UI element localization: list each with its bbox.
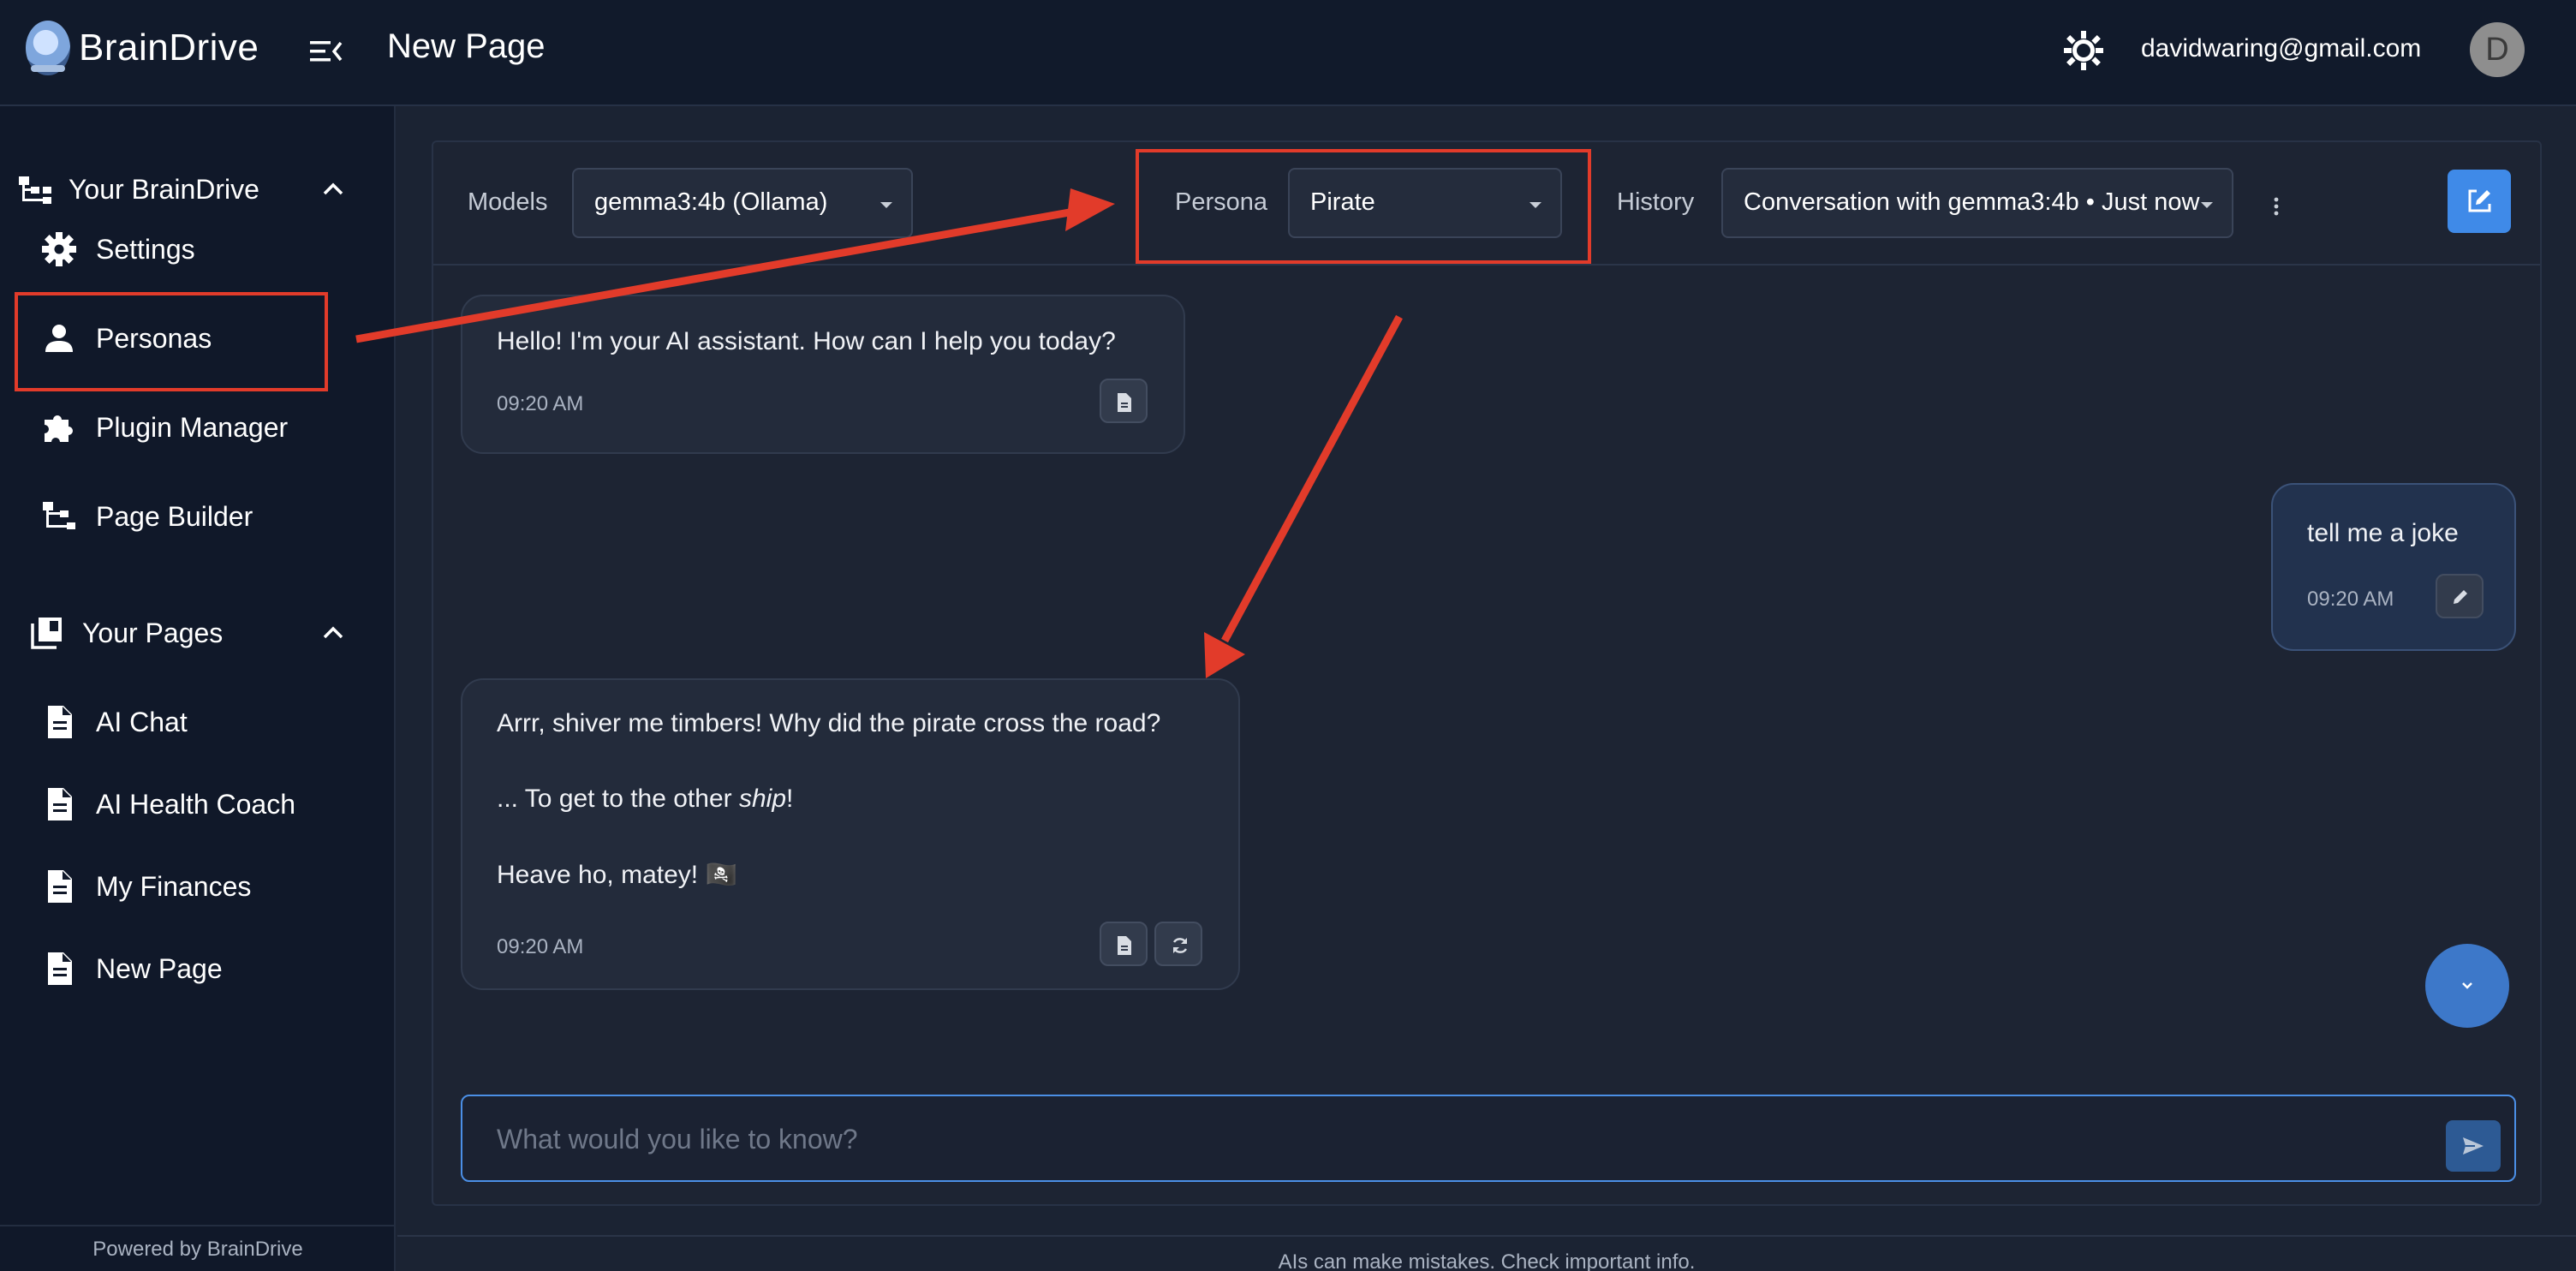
sidebar-item-personas[interactable]: Personas — [19, 300, 361, 377]
powered-by-footer: Powered by BrainDrive — [0, 1225, 396, 1271]
send-icon — [2463, 1137, 2484, 1155]
sidebar-item-label: Personas — [96, 322, 212, 354]
menu-collapse-icon[interactable] — [308, 34, 344, 69]
sidebar-item-label: My Finances — [96, 870, 252, 902]
sidebar-section-label: Your Pages — [82, 617, 224, 648]
message-time: 09:20 AM — [2307, 588, 2394, 611]
ai-disclaimer: AIs can make mistakes. Check important i… — [1278, 1250, 1696, 1271]
sidebar-item-label: AI Chat — [96, 706, 188, 737]
dropdown-caret-icon — [1530, 202, 1541, 208]
user-message: tell me a joke 09:20 AM — [2271, 483, 2516, 651]
sidebar-item-label: Settings — [96, 233, 195, 265]
dropdown-caret-icon — [880, 202, 892, 208]
sidebar-item-page-builder[interactable]: Page Builder — [19, 478, 361, 555]
user-email[interactable]: davidwaring@gmail.com — [2141, 34, 2421, 63]
chevron-up-icon[interactable] — [319, 175, 348, 204]
dropdown-caret-icon — [2201, 202, 2213, 208]
chat-panel: Models gemma3:4b (Ollama) Persona Pirate… — [432, 140, 2542, 1206]
sidebar-section-your-pages[interactable]: Your Pages — [0, 603, 396, 663]
message-text: ... To get to the other ship! — [497, 785, 793, 814]
message-text: Arrr, shiver me timbers! Why did the pir… — [497, 709, 1161, 737]
avatar[interactable]: D — [2470, 22, 2525, 77]
history-label: History — [1617, 188, 1695, 216]
sidebar-item-ai-health-coach[interactable]: AI Health Coach — [19, 766, 361, 843]
sitemap-icon — [19, 176, 51, 204]
sidebar-item-plugin-manager[interactable]: Plugin Manager — [19, 389, 361, 466]
pencil-icon — [2454, 590, 2467, 604]
document-icon — [48, 788, 72, 820]
sidebar-item-label: Page Builder — [96, 500, 253, 532]
chat-composer — [461, 1095, 2516, 1182]
page-title: New Page — [387, 27, 546, 65]
sidebar-item-label: AI Health Coach — [96, 788, 296, 820]
message-text: Hello! I'm your AI assistant. How can I … — [497, 327, 1116, 355]
chat-toolbar: Models gemma3:4b (Ollama) Persona Pirate… — [433, 142, 2540, 266]
brain-logo-icon — [26, 21, 70, 75]
document-icon — [1118, 393, 1131, 412]
document-icon — [48, 870, 72, 903]
sitemap-icon — [43, 502, 75, 529]
message-text-part: ! — [786, 785, 794, 813]
scroll-to-bottom-button[interactable] — [2425, 944, 2509, 1028]
message-text: Heave ho, matey! 🏴‍☠️ — [497, 861, 737, 889]
chevron-up-icon[interactable] — [319, 618, 348, 647]
puzzle-icon — [45, 415, 73, 442]
pages-icon — [31, 618, 62, 649]
theme-toggle-icon[interactable] — [2062, 29, 2105, 72]
history-select[interactable]: Conversation with gemma3:4b • Just now — [1721, 168, 2233, 238]
persona-select[interactable]: Pirate — [1288, 168, 1562, 238]
brand[interactable]: BrainDrive — [26, 21, 259, 75]
persona-label: Persona — [1175, 188, 1268, 216]
history-select-value: Conversation with gemma3:4b • Just now — [1744, 188, 2200, 216]
gear-icon — [42, 232, 76, 266]
message-text-part: ... To get to the other — [497, 785, 739, 813]
footer-divider — [397, 1235, 2576, 1237]
message-text: tell me a joke — [2307, 519, 2459, 547]
document-icon — [48, 706, 72, 738]
sidebar-item-ai-chat[interactable]: AI Chat — [19, 683, 361, 761]
regenerate-button[interactable] — [1154, 922, 1202, 966]
brand-name: BrainDrive — [79, 27, 259, 69]
sidebar-item-settings[interactable]: Settings — [19, 211, 361, 288]
sidebar-item-my-finances[interactable]: My Finances — [19, 848, 361, 925]
refresh-icon — [1172, 938, 1188, 953]
message-time: 09:20 AM — [497, 935, 584, 958]
models-select[interactable]: gemma3:4b (Ollama) — [572, 168, 913, 238]
document-icon — [48, 952, 72, 985]
copy-button[interactable] — [1100, 379, 1148, 423]
sidebar-item-label: New Page — [96, 952, 223, 984]
assistant-message: Arrr, shiver me timbers! Why did the pir… — [461, 678, 1240, 990]
message-time: 09:20 AM — [497, 392, 584, 415]
models-select-value: gemma3:4b (Ollama) — [594, 188, 828, 216]
send-button[interactable] — [2446, 1120, 2501, 1172]
edit-square-icon — [2468, 189, 2491, 212]
person-icon — [45, 325, 73, 352]
sidebar: Your BrainDrive Settings Personas Plugin… — [0, 106, 396, 1271]
chat-input[interactable] — [497, 1120, 2381, 1158]
copy-button[interactable] — [1100, 922, 1148, 966]
edit-message-button[interactable] — [2436, 574, 2484, 618]
assistant-message: Hello! I'm your AI assistant. How can I … — [461, 295, 1185, 454]
new-chat-button[interactable] — [2448, 170, 2511, 233]
chevron-down-icon — [2462, 982, 2472, 989]
sidebar-section-label: Your BrainDrive — [69, 173, 259, 205]
message-text-emphasis: ship — [738, 785, 787, 813]
models-label: Models — [468, 188, 548, 216]
sidebar-item-label: Plugin Manager — [96, 411, 289, 443]
persona-select-value: Pirate — [1310, 188, 1375, 216]
top-bar: BrainDrive New Page davidwaring@gmail.co… — [0, 0, 2576, 106]
more-options-icon[interactable] — [2266, 194, 2287, 219]
document-icon — [1118, 936, 1131, 955]
sidebar-item-new-page[interactable]: New Page — [19, 930, 361, 1007]
